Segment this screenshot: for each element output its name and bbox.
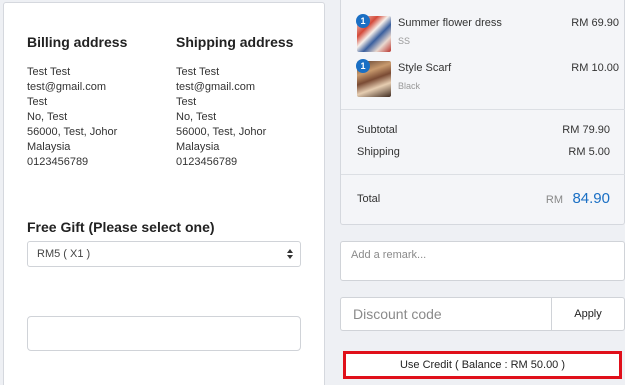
shipping-row: Shipping RM 5.00 [357, 146, 610, 162]
empty-input-field[interactable] [27, 316, 301, 351]
remark-input[interactable]: Add a remark... [340, 241, 625, 281]
shipping-company: Test [176, 96, 197, 108]
total-label: Total [357, 193, 381, 205]
billing-country: Malaysia [27, 141, 71, 153]
billing-email: test@gmail.com [27, 81, 107, 93]
item-price: RM 69.90 [571, 17, 619, 29]
item-price: RM 10.00 [571, 62, 619, 74]
shipping-name: Test Test [176, 66, 220, 78]
shipping-city: 56000, Test, Johor [176, 126, 267, 138]
order-summary: 1 Summer flower dress SS RM 69.90 1 Styl… [340, 0, 625, 225]
shipping-address-title: Shipping address [176, 34, 294, 50]
shipping-phone: 0123456789 [176, 156, 238, 168]
summary-divider [341, 109, 625, 110]
subtotal-label: Subtotal [357, 124, 398, 136]
billing-city: 56000, Test, Johor [27, 126, 118, 138]
free-gift-select[interactable]: RM5 ( X1 ) [27, 241, 301, 267]
total-row: Total RM 84.90 [357, 190, 610, 210]
billing-address: Billing address Test Test test@gmail.com… [27, 32, 167, 170]
item-name: Summer flower dress [398, 17, 502, 29]
discount-code-input[interactable]: Discount code [340, 297, 552, 331]
cart-item: 1 Style Scarf Black RM 10.00 [356, 59, 619, 99]
shipping-label: Shipping [357, 146, 400, 158]
shipping-email: test@gmail.com [176, 81, 256, 93]
discount-code-placeholder: Discount code [353, 306, 442, 322]
remark-placeholder: Add a remark... [351, 249, 427, 261]
total-currency: RM [545, 194, 563, 206]
item-variant: Black [398, 81, 421, 91]
apply-discount-button[interactable]: Apply [551, 297, 625, 331]
quantity-badge: 1 [356, 14, 370, 28]
subtotal-row: Subtotal RM 79.90 [357, 124, 610, 140]
summary-divider [341, 174, 625, 175]
item-variant: SS [398, 36, 411, 46]
billing-company: Test [27, 96, 48, 108]
free-gift-title: Free Gift (Please select one) [27, 219, 215, 235]
select-arrows-icon [286, 247, 294, 261]
shipping-street: No, Test [176, 111, 217, 123]
shipping-value: RM 5.00 [568, 146, 610, 158]
shipping-country: Malaysia [176, 141, 220, 153]
quantity-badge: 1 [356, 59, 370, 73]
billing-phone: 0123456789 [27, 156, 89, 168]
use-credit-button[interactable]: Use Credit ( Balance : RM 50.00 ) [343, 351, 622, 379]
cart-item: 1 Summer flower dress SS RM 69.90 [356, 14, 619, 54]
shipping-address: Shipping address Test Test test@gmail.co… [176, 32, 316, 170]
billing-address-title: Billing address [27, 34, 128, 50]
billing-name: Test Test [27, 66, 71, 78]
subtotal-value: RM 79.90 [562, 124, 610, 136]
checkout-details-panel: Billing address Test Test test@gmail.com… [3, 2, 325, 385]
item-name: Style Scarf [398, 62, 452, 74]
total-amount: 84.90 [572, 190, 610, 207]
billing-street: No, Test [27, 111, 68, 123]
free-gift-selected-value: RM5 ( X1 ) [37, 248, 91, 260]
